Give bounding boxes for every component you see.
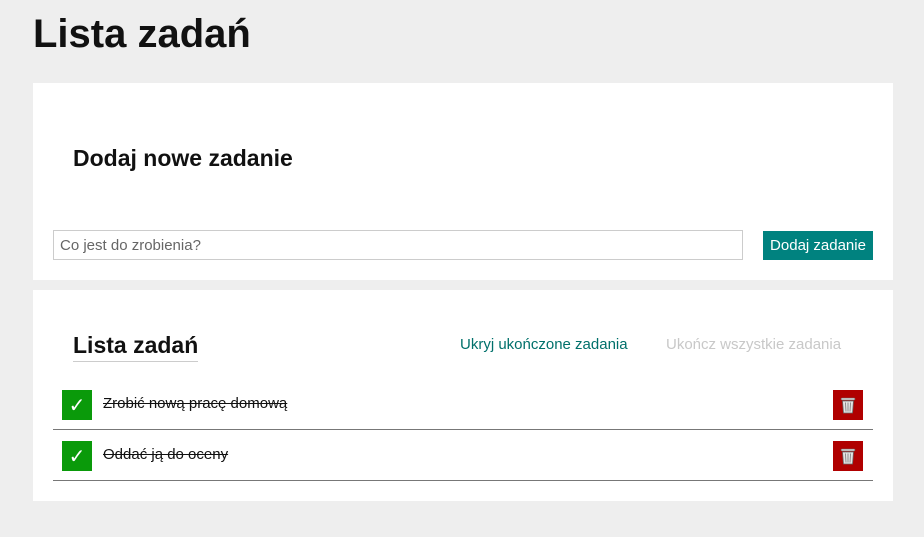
task-text: Oddać ją do oceny bbox=[103, 446, 229, 463]
task-list-card: Lista zadań Ukryj ukończone zadania Ukoń… bbox=[33, 290, 893, 501]
task-text: Zrobić nową pracę domową bbox=[103, 395, 288, 412]
delete-task-button[interactable] bbox=[833, 441, 863, 471]
delete-task-button[interactable] bbox=[833, 390, 863, 420]
check-icon[interactable]: ✓ bbox=[62, 390, 92, 420]
add-task-button[interactable]: Dodaj zadanie bbox=[763, 231, 873, 260]
add-task-card: Dodaj nowe zadanie Dodaj zadanie bbox=[33, 83, 893, 280]
add-task-heading: Dodaj nowe zadanie bbox=[73, 145, 293, 171]
page-title: Lista zadań bbox=[33, 12, 251, 56]
trash-icon bbox=[840, 448, 856, 465]
trash-icon bbox=[840, 397, 856, 414]
task-row: ✓ Oddać ją do oceny bbox=[53, 430, 873, 481]
new-task-input[interactable] bbox=[53, 230, 743, 260]
hide-completed-link[interactable]: Ukryj ukończone zadania bbox=[460, 336, 628, 353]
task-list-heading: Lista zadań bbox=[73, 330, 199, 362]
complete-all-link[interactable]: Ukończ wszystkie zadania bbox=[666, 336, 841, 353]
task-row: ✓ Zrobić nową pracę domową bbox=[53, 379, 873, 430]
task-list: ✓ Zrobić nową pracę domową ✓ Oddać ją do… bbox=[53, 379, 873, 481]
check-icon[interactable]: ✓ bbox=[62, 441, 92, 471]
